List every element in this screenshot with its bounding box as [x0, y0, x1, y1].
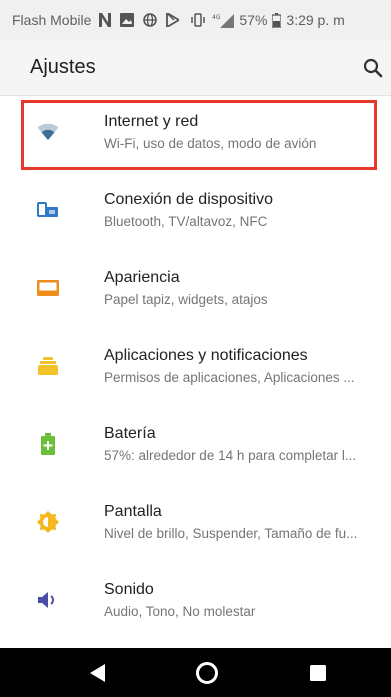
carrier-name: Flash Mobile	[12, 12, 92, 28]
recents-icon	[310, 664, 326, 681]
globe-icon	[143, 13, 158, 27]
battery-icon	[36, 432, 60, 456]
setting-title: Apariencia	[104, 269, 180, 286]
settings-list: Internet y red Wi-Fi, uso de datos, modo…	[0, 96, 391, 642]
recents-button[interactable]	[288, 648, 348, 697]
apps-icon	[36, 354, 60, 378]
volume-icon	[36, 588, 60, 612]
setting-item-sound[interactable]: Sonido Audio, Tono, No molestar	[0, 564, 391, 642]
brightness-icon	[36, 510, 60, 534]
setting-title: Internet y red	[104, 113, 199, 130]
setting-item-appearance[interactable]: Apariencia Papel tapiz, widgets, atajos	[0, 252, 391, 330]
battery-percentage: 57%	[239, 12, 268, 28]
status-bar: Flash Mobile 4G 57% 3:29 p. m	[0, 0, 391, 40]
search-icon	[363, 58, 383, 78]
setting-summary: Bluetooth, TV/altavoz, NFC	[104, 214, 268, 229]
back-button[interactable]	[68, 648, 128, 697]
setting-title: Aplicaciones y notificaciones	[104, 347, 308, 364]
setting-item-display[interactable]: Pantalla Nivel de brillo, Suspender, Tam…	[0, 486, 391, 564]
setting-summary: Wi-Fi, uso de datos, modo de avión	[104, 136, 317, 151]
navigation-bar	[0, 648, 391, 697]
setting-item-apps[interactable]: Aplicaciones y notificaciones Permisos d…	[0, 330, 391, 408]
setting-item-device-connection[interactable]: Conexión de dispositivo Bluetooth, TV/al…	[0, 174, 391, 252]
signal-icon: 4G	[212, 13, 235, 28]
setting-summary: Audio, Tono, No molestar	[104, 604, 256, 619]
home-icon	[196, 661, 218, 684]
n-icon	[99, 13, 112, 27]
app-bar: Ajustes	[0, 40, 391, 96]
svg-text:4G: 4G	[212, 14, 221, 21]
setting-item-battery[interactable]: Batería 57%: alrededor de 14 h para comp…	[0, 408, 391, 486]
setting-summary: 57%: alrededor de 14 h para completar l.…	[104, 448, 357, 463]
setting-title: Pantalla	[104, 503, 162, 520]
setting-title: Batería	[104, 425, 156, 442]
clock: 3:29 p. m	[286, 12, 345, 28]
search-button[interactable]	[359, 54, 387, 82]
wifi-icon	[36, 120, 60, 144]
devices-icon	[36, 198, 60, 222]
setting-summary: Nivel de brillo, Suspender, Tamaño de fu…	[104, 526, 358, 541]
battery-icon	[272, 12, 282, 28]
home-button[interactable]	[177, 648, 237, 697]
back-icon	[90, 663, 105, 682]
setting-summary: Papel tapiz, widgets, atajos	[104, 292, 268, 307]
setting-title: Conexión de dispositivo	[104, 191, 273, 208]
image-icon	[120, 13, 135, 27]
play-store-icon	[166, 13, 180, 27]
setting-item-internet[interactable]: Internet y red Wi-Fi, uso de datos, modo…	[0, 96, 391, 174]
page-title: Ajustes	[30, 56, 96, 78]
setting-summary: Permisos de aplicaciones, Aplicaciones .…	[104, 370, 355, 385]
setting-title: Sonido	[104, 581, 154, 598]
wallpaper-icon	[36, 276, 60, 300]
vibrate-icon	[191, 13, 206, 27]
